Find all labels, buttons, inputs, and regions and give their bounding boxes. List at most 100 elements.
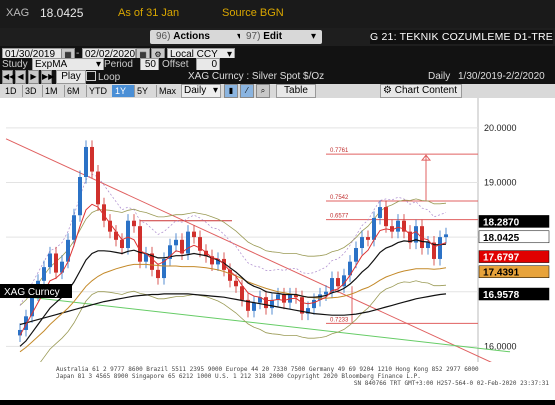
y-tick-label: 20.0000 bbox=[484, 123, 517, 133]
price-label: 17.4391 bbox=[483, 268, 520, 279]
candle-body bbox=[264, 297, 268, 309]
candle-body bbox=[126, 220, 130, 249]
fast-forward-icon[interactable]: ▶▶ bbox=[41, 70, 54, 84]
fib-level-label: 0.7542 bbox=[330, 195, 349, 201]
chart-content-label: Chart Content bbox=[394, 85, 458, 96]
chart-svg: 20.000019.000018.000017.000016.0000AugSe… bbox=[0, 98, 550, 399]
chart-title: XAG Curncy bbox=[4, 287, 60, 298]
price-chart[interactable]: 20.000019.000018.000017.000016.0000AugSe… bbox=[0, 98, 555, 400]
ema-mid-line bbox=[19, 239, 447, 347]
actions-menu[interactable]: 96) Actions ▾ bbox=[150, 30, 248, 44]
zoom-icon[interactable]: ⌕ bbox=[256, 84, 270, 98]
candle-body bbox=[42, 267, 46, 281]
candle-body bbox=[186, 231, 190, 254]
candle-body bbox=[132, 220, 136, 227]
step-forward-icon[interactable]: ▶ bbox=[28, 70, 39, 84]
period-1m[interactable]: 1M bbox=[42, 85, 65, 97]
candle-body bbox=[48, 253, 52, 268]
menu-bar: 96) Actions ▾ 97) Edit ▾ G 21: TEKNIK CO… bbox=[0, 28, 555, 47]
candle-body bbox=[384, 207, 388, 227]
table-button[interactable]: Table bbox=[276, 84, 316, 98]
play-button[interactable]: Play bbox=[56, 70, 86, 84]
candle-body bbox=[96, 171, 100, 205]
candle-body bbox=[234, 280, 238, 287]
candle-body bbox=[336, 278, 340, 287]
loop-checkbox[interactable]: Loop bbox=[86, 71, 120, 83]
candle-body bbox=[354, 248, 358, 262]
step-back-icon[interactable]: ◀ bbox=[15, 70, 26, 84]
period-1y[interactable]: 1Y bbox=[112, 85, 135, 97]
candle-body bbox=[240, 286, 244, 300]
period-6m[interactable]: 6M bbox=[64, 85, 87, 97]
checkbox-icon bbox=[86, 71, 96, 81]
candle-body bbox=[138, 226, 142, 262]
candle-body bbox=[438, 237, 442, 259]
candle-body bbox=[78, 177, 82, 216]
candle-body bbox=[330, 278, 334, 292]
edit-number: 97) bbox=[246, 31, 261, 42]
last-price: 18.0425 bbox=[40, 6, 84, 20]
period-3d[interactable]: 3D bbox=[22, 85, 43, 97]
footer-line-2: Japan 81 3 4565 8900 Singapore 65 6212 1… bbox=[56, 373, 421, 380]
line-tool-icon[interactable]: ⁄ bbox=[240, 84, 254, 98]
candle-body bbox=[192, 231, 196, 238]
candle-body bbox=[372, 217, 376, 240]
rewind-icon[interactable]: ◀◀ bbox=[2, 70, 15, 84]
candle-body bbox=[378, 207, 382, 218]
price-label: 17.6797 bbox=[483, 253, 520, 264]
candle-body bbox=[426, 242, 430, 249]
price-label: 18.2870 bbox=[483, 217, 520, 228]
fib-level-label: 0.6577 bbox=[330, 214, 349, 220]
period-max[interactable]: Max bbox=[156, 85, 183, 97]
footer-line-3: SN 840766 TRT GMT+3:00 H257-564-0 02-Feb… bbox=[353, 380, 549, 387]
chevron-down-icon: ▾ bbox=[212, 85, 218, 96]
candle-body bbox=[90, 146, 94, 172]
candle-body bbox=[270, 299, 274, 309]
frequency-value: Daily bbox=[184, 85, 207, 96]
candle-body bbox=[366, 237, 370, 240]
period-5y[interactable]: 5Y bbox=[134, 85, 157, 97]
price-label: 18.0425 bbox=[483, 233, 520, 244]
candle-body bbox=[174, 239, 178, 246]
price-label: 16.9578 bbox=[483, 290, 520, 301]
candle-body bbox=[84, 146, 88, 178]
actions-label: Actions bbox=[173, 31, 210, 42]
edit-menu[interactable]: 97) Edit ▾ bbox=[240, 30, 322, 44]
frequency-label: Daily bbox=[428, 71, 451, 82]
candle-body bbox=[312, 299, 316, 309]
candle-body bbox=[120, 239, 124, 249]
actions-number: 96) bbox=[156, 31, 171, 42]
window-title: G 21: TEKNIK COZUMLEME D1-TRE bbox=[370, 30, 553, 44]
date-range-label: 1/30/2019-2/2/2020 bbox=[458, 71, 545, 82]
quote-bar: XAG 18.0425 As of 31 Jan Source BGN bbox=[0, 0, 555, 28]
candle-body bbox=[444, 234, 448, 238]
candle-body bbox=[396, 220, 400, 232]
candle-body bbox=[282, 294, 286, 303]
gear-icon: ⚙ bbox=[383, 85, 395, 96]
candle-body bbox=[72, 215, 76, 240]
candle-body bbox=[252, 302, 256, 311]
ticker: XAG bbox=[6, 7, 30, 19]
candle-body bbox=[54, 253, 58, 273]
period-ytd[interactable]: YTD bbox=[86, 85, 113, 97]
candle-body bbox=[360, 237, 364, 249]
chart-content-button[interactable]: ⚙ Chart Content bbox=[380, 84, 462, 98]
frequency-select[interactable]: Daily ▾ bbox=[181, 84, 221, 98]
chart-type-icon[interactable]: ▮ bbox=[224, 84, 238, 98]
fib-level-label: 0.7233 bbox=[330, 317, 349, 323]
upper-dotted-band bbox=[19, 173, 447, 306]
chart-toolbar: 1D 3D 1M 6M YTD 1Y 5Y Max Daily ▾ ▮ ⁄ ⌕ Table ⚙ … bbox=[0, 84, 555, 98]
bloomberg-footer: Australia 61 2 9777 8600 Brazil 5511 239… bbox=[0, 362, 555, 400]
period-1d[interactable]: 1D bbox=[2, 85, 23, 97]
security-description: XAG Curncy : Silver Spot $/Oz bbox=[188, 71, 325, 82]
as-of-date: As of 31 Jan bbox=[118, 7, 180, 19]
footer-line-1: Australia 61 2 9777 8600 Brazil 5511 239… bbox=[56, 366, 479, 373]
loop-label: Loop bbox=[98, 72, 121, 83]
chevron-down-icon: ▾ bbox=[310, 31, 316, 42]
source: Source BGN bbox=[222, 7, 284, 19]
play-row: ◀◀ ◀ ▶ ▶▶ Play Loop XAG Curncy : Silver … bbox=[0, 70, 555, 84]
study-value: ExpMA bbox=[35, 59, 68, 70]
edit-label: Edit bbox=[263, 31, 283, 42]
fib-level-label: 0.7761 bbox=[330, 148, 349, 154]
candle-body bbox=[108, 220, 112, 232]
